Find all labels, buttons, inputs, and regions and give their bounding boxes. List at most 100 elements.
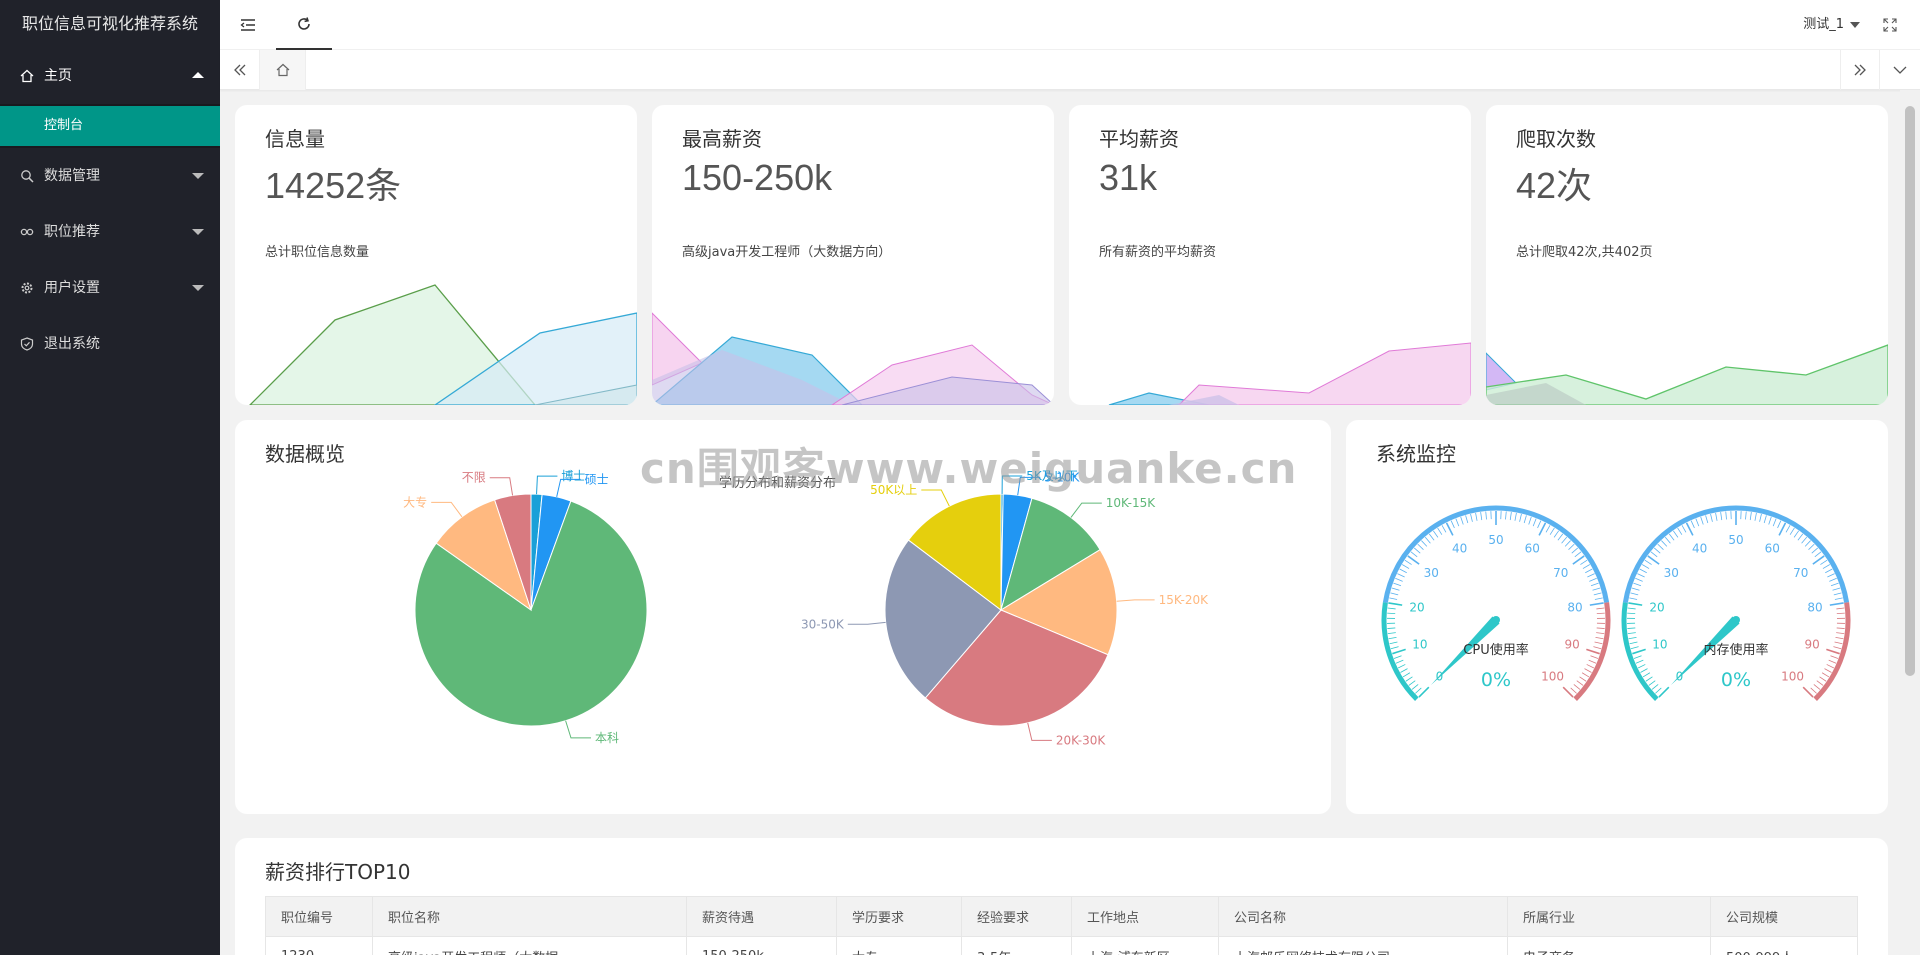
stat-value: 42次 — [1516, 165, 1593, 206]
gauge-tick — [1772, 518, 1777, 527]
gauge-tick — [1593, 592, 1602, 596]
gauge-tick — [1400, 668, 1408, 673]
gauge-tick — [1835, 636, 1844, 640]
gauge-tick — [1387, 607, 1396, 610]
gauge-tick — [1836, 627, 1845, 629]
stat-value: 31k — [1099, 157, 1158, 198]
gauge-tick — [1661, 540, 1668, 547]
gauge-tick — [1632, 648, 1646, 655]
tab-options-button[interactable] — [1880, 50, 1920, 90]
gauge-tick — [1633, 655, 1642, 659]
gauge-tick — [1594, 641, 1603, 645]
gauge-tick — [1836, 612, 1845, 615]
tab-home[interactable] — [260, 50, 306, 90]
gauge-tick — [1553, 530, 1560, 538]
gauge-tick — [1589, 577, 1597, 582]
gauge-tick — [1631, 587, 1640, 591]
gauge-tick — [1585, 568, 1593, 574]
pie-label: 10K-15K — [1106, 496, 1156, 510]
gauge-tick — [1657, 543, 1664, 551]
gauge-tick — [1763, 515, 1767, 524]
stat-card-avg-salary: 平均薪资 31k 所有薪资的平均薪资 — [1069, 105, 1471, 405]
gauge-tick — [1538, 522, 1547, 536]
gauge-tick — [1813, 684, 1821, 690]
gauge-tick — [1391, 587, 1400, 591]
chevron-down-icon — [1893, 66, 1907, 74]
gauge-tick — [1532, 518, 1537, 527]
gauge-tick — [1594, 597, 1603, 600]
gauge-tick — [1397, 664, 1406, 669]
gauge-tick — [1826, 648, 1840, 655]
sidebar-item-home[interactable]: 主页 — [0, 48, 220, 104]
table-header-cell: 公司规模 — [1710, 896, 1858, 937]
fullscreen-button[interactable] — [1860, 0, 1920, 50]
caret-down-icon — [192, 285, 204, 291]
gauge-tick — [1668, 533, 1675, 541]
gauge-tick — [1528, 516, 1532, 525]
gauge-tick — [1759, 513, 1762, 522]
scrollbar-thumb[interactable] — [1905, 106, 1915, 676]
table-cell: 500-999人 — [1710, 936, 1858, 955]
gauge-tick — [1651, 684, 1659, 690]
menu-fold-icon — [240, 19, 255, 31]
refresh-button[interactable] — [276, 0, 332, 50]
gauge-tick — [1587, 573, 1595, 578]
sidebar-item-data[interactable]: 数据管理 — [0, 148, 220, 204]
caret-down-icon — [192, 173, 204, 179]
gauge-tick — [1401, 564, 1410, 569]
sidebar-item-label: 职位推荐 — [44, 224, 100, 240]
sidebar-subitem-console[interactable]: 控制台 — [0, 106, 220, 146]
salary-table: 职位编号 职位名称 薪资待遇 学历要求 经验要求 工作地点 公司名称 所属行业 … — [265, 896, 1858, 955]
sidebar-item-logout[interactable]: 退出系统 — [0, 316, 220, 372]
table-header-cell: 职位名称 — [372, 896, 687, 937]
gauge-tick — [1589, 602, 1604, 606]
gauge-tick — [1644, 559, 1652, 565]
table-row[interactable]: 1230 高级java开发工程师（大数据 150-250k 大专 3-5年 上海… — [265, 936, 1858, 955]
pie-label: 20K-30K — [1056, 733, 1106, 747]
gauge-tick — [1690, 520, 1695, 529]
user-menu[interactable]: 测试_1 — [1803, 0, 1860, 50]
gauge-tick — [1834, 597, 1843, 600]
gauge-value: 0% — [1481, 669, 1511, 691]
app-title: 职位信息可视化推荐系统 — [0, 0, 220, 48]
gauge-tick — [1768, 516, 1772, 525]
sidebar-item-recommend[interactable]: 职位推荐 — [0, 204, 220, 260]
page-scrollbar[interactable] — [1900, 90, 1920, 955]
gauge-tick — [1785, 525, 1791, 533]
collapse-menu-button[interactable] — [220, 0, 276, 50]
gauge-tick — [1545, 525, 1551, 533]
tab-scroll-left-button[interactable] — [220, 50, 260, 90]
gauge-tick — [1710, 513, 1713, 522]
sidebar-item-label: 主页 — [44, 68, 72, 84]
stat-desc: 总计职位信息数量 — [265, 245, 370, 260]
gauge-tick — [1695, 518, 1700, 527]
gauge-tick — [1828, 659, 1837, 664]
gauge-tick-label: 100 — [1781, 670, 1804, 684]
tab-scroll-right-button[interactable] — [1840, 50, 1880, 90]
gauge-tick — [1410, 551, 1418, 558]
gauge-pointer-hub — [1492, 616, 1500, 624]
table-cell: 1230 — [265, 936, 373, 955]
gauge-tick — [1388, 636, 1397, 640]
gauge-tick — [1836, 607, 1845, 610]
gauge-tick — [1579, 676, 1587, 682]
stat-desc: 高级java开发工程师（大数据方向） — [682, 245, 892, 260]
table-header-cell: 工作地点 — [1071, 896, 1219, 937]
table-cell: 上海邮乐网络技术有限公司 — [1218, 936, 1508, 955]
gauge-tick — [1833, 646, 1842, 650]
gauge-tick — [1801, 536, 1808, 544]
pie-label: 硕士 — [585, 472, 609, 486]
gauge-tick — [1568, 543, 1575, 551]
sidebar-item-label: 用户设置 — [44, 280, 100, 296]
gauge-tick — [1523, 515, 1527, 524]
gauge-tick — [1808, 543, 1815, 551]
gauge-tick — [1648, 680, 1656, 686]
gauge-tick — [1645, 676, 1653, 682]
gauge-tick — [1829, 577, 1837, 582]
link-icon — [20, 228, 34, 236]
sidebar-item-user-settings[interactable]: 用户设置 — [0, 260, 220, 316]
gauge-tick — [1793, 530, 1800, 538]
home-icon — [276, 63, 289, 77]
gauge-tick — [1633, 582, 1642, 587]
table-header-cell: 公司名称 — [1218, 896, 1508, 937]
